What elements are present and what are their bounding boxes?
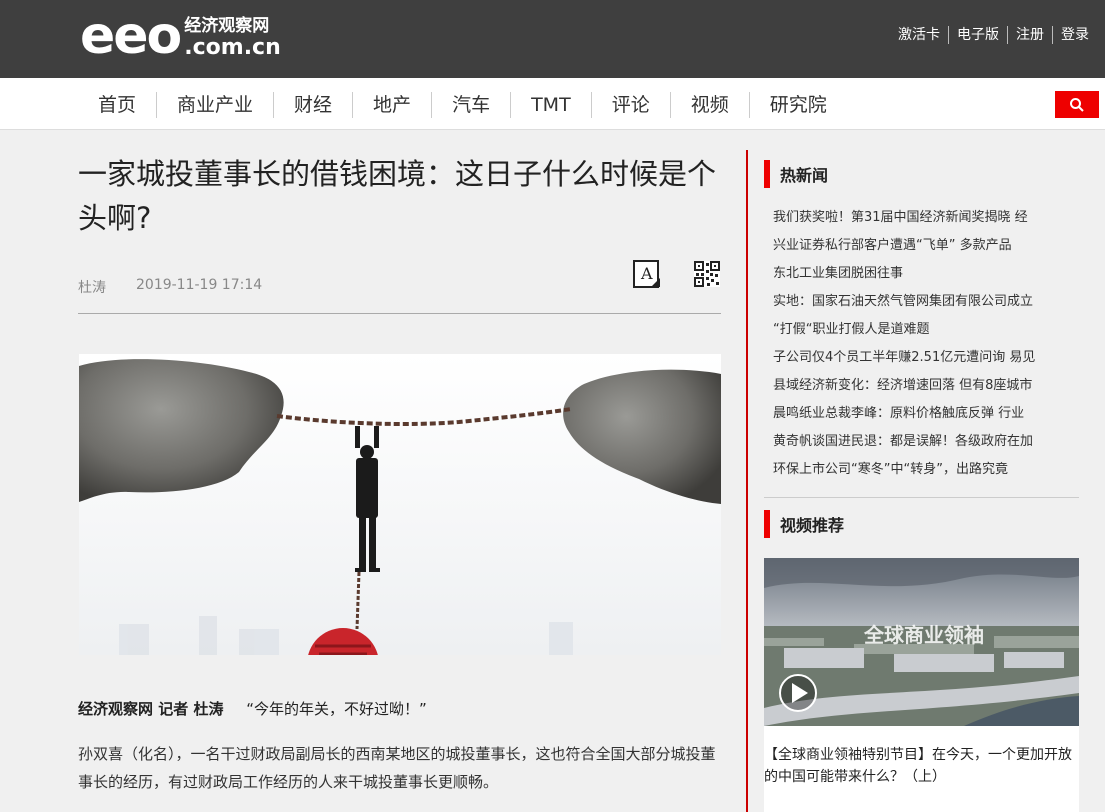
hot-news-item[interactable]: 兴业证券私行部客户遭遇“飞单” 多款产品 (773, 232, 1055, 260)
nav-item-tmt[interactable]: TMT (510, 92, 591, 118)
main-nav: 首页 商业产业 财经 地产 汽车 TMT 评论 视频 研究院 (0, 78, 1105, 130)
font-size-icon[interactable]: A (632, 259, 662, 289)
site-logo[interactable]: eeo 经济观察网 .com.cn (80, 6, 281, 66)
hot-news-item[interactable]: 实地：国家石油天然气管网集团有限公司成立 (773, 288, 1055, 316)
nav-item-research[interactable]: 研究院 (748, 92, 847, 118)
nav-item-auto[interactable]: 汽车 (431, 92, 510, 118)
meta-divider (78, 313, 721, 314)
logo-mark: eeo (80, 6, 182, 66)
hot-news-list: 我们获奖啦！第31届中国经济新闻奖揭晓 经 兴业证券私行部客户遭遇“飞单” 多款… (773, 204, 1055, 484)
play-icon[interactable] (779, 674, 817, 712)
nav-item-real-estate[interactable]: 地产 (352, 92, 431, 118)
hot-news-header: 热新闻 (764, 160, 828, 188)
article-paragraph: 孙双喜（化名），一名干过财政局副局长的西南某地区的城投董事长，这也符合全国大部分… (78, 745, 716, 791)
svg-text:A: A (640, 264, 653, 283)
video-section-header: 视频推荐 (764, 510, 844, 538)
hot-news-item[interactable]: 我们获奖啦！第31届中国经济新闻奖揭晓 经 (773, 204, 1055, 232)
nav-item-video[interactable]: 视频 (669, 92, 749, 118)
hot-news-item[interactable]: 环保上市公司“寒冬”中“转身”，出路究竟 (773, 456, 1055, 484)
video-caption[interactable]: 【全球商业领袖特别节目】在今天，一个更加开放的中国可能带来什么？（上） (764, 744, 1079, 788)
nav-item-business[interactable]: 商业产业 (156, 92, 273, 118)
video-section-title: 视频推荐 (780, 516, 845, 535)
activate-card-link[interactable]: 激活卡 (890, 26, 948, 44)
article-source: 经济观察网 记者 杜涛 (78, 700, 224, 718)
search-icon (1070, 98, 1084, 112)
video-thumbnail[interactable]: 全球商业领袖 (764, 558, 1079, 726)
article-author[interactable]: 杜涛 (78, 277, 106, 297)
article-title: 一家城投董事长的借钱困境：这日子什么时候是个头啊? (78, 157, 717, 235)
hot-news-title: 热新闻 (780, 166, 829, 185)
article-meta: 杜涛 2019-11-19 17:14 (78, 277, 262, 297)
logo-chinese-name: 经济观察网 (184, 16, 270, 36)
hot-news-item[interactable]: 黄奇帆谈国进民退：都是误解！各级政府在加 (773, 428, 1055, 456)
column-divider (746, 150, 748, 812)
nav-item-finance[interactable]: 财经 (273, 92, 352, 118)
section-marker (764, 160, 770, 188)
article-lead: 经济观察网 记者 杜涛 “今年的年关，不好过呦！” (78, 698, 427, 719)
hot-news-item[interactable]: 子公司仅4个员工半年赚2.51亿元遭问询 易见 (773, 344, 1055, 372)
search-button[interactable] (1055, 91, 1099, 118)
nav-item-home[interactable]: 首页 (78, 92, 156, 118)
nav-item-opinion[interactable]: 评论 (590, 92, 670, 118)
sidebar-divider (764, 497, 1079, 498)
register-link[interactable]: 注册 (1007, 26, 1052, 44)
logo-domain: .com.cn (184, 35, 281, 60)
hot-news-item[interactable]: 东北工业集团脱困往事 (773, 260, 1055, 288)
article-date: 2019-11-19 17:14 (136, 277, 263, 293)
article-lead-quote: “今年的年关，不好过呦！” (246, 700, 427, 718)
hot-news-item[interactable]: 县域经济新变化：经济增速回落 但有8座城市 (773, 372, 1055, 400)
video-overlay-text: 全球商业领袖 (863, 623, 984, 647)
top-bar: eeo 经济观察网 .com.cn 激活卡 电子版 注册 登录 (0, 0, 1105, 78)
e-edition-link[interactable]: 电子版 (948, 26, 1007, 44)
section-marker (764, 510, 770, 538)
qr-code-icon[interactable] (694, 261, 720, 287)
account-links: 激活卡 电子版 注册 登录 (890, 26, 1097, 44)
login-link[interactable]: 登录 (1052, 26, 1097, 44)
hot-news-item[interactable]: 晨鸣纸业总裁李峰：原料价格触底反弹 行业 (773, 400, 1055, 428)
hot-news-item[interactable]: “打假“职业打假人是道难题 (773, 316, 1055, 344)
article-hero-image (79, 354, 721, 655)
